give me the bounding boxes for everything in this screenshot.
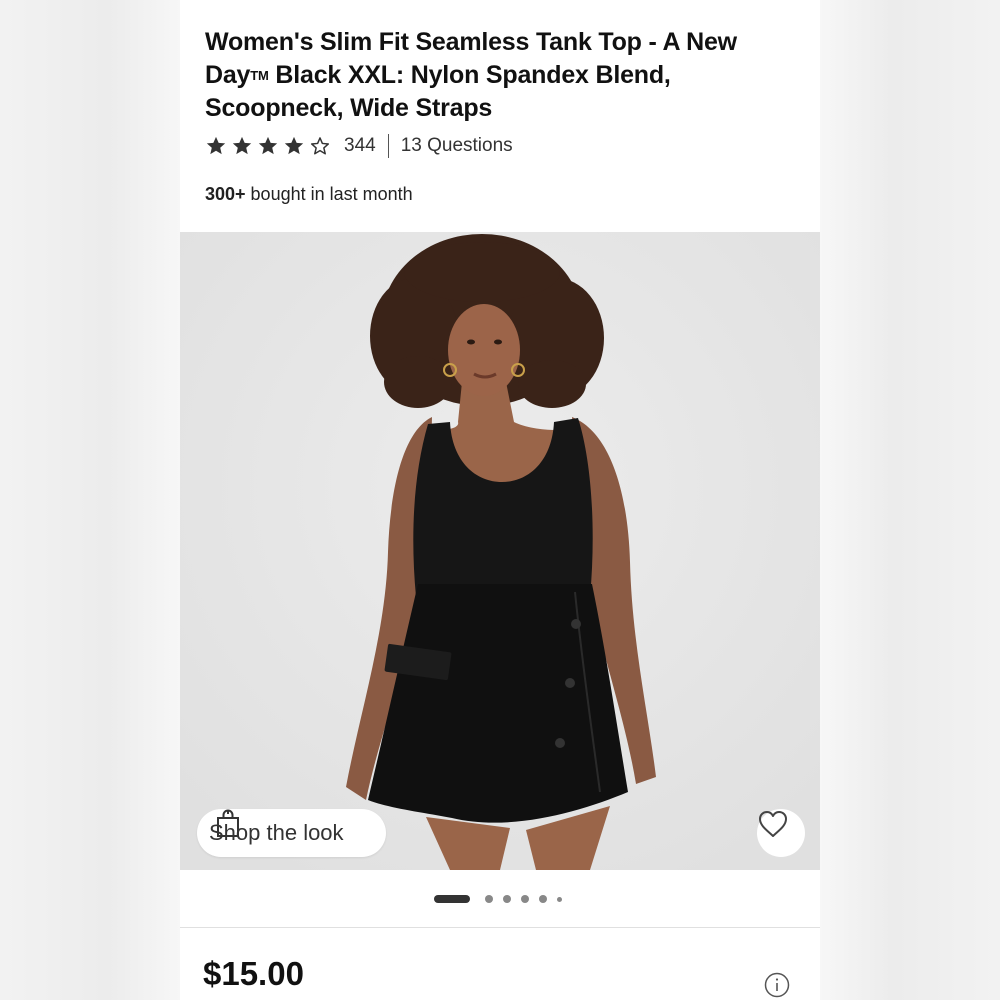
model-photo	[180, 232, 820, 870]
rating-count[interactable]: 344	[344, 135, 376, 157]
carousel-dot[interactable]	[520, 895, 529, 903]
carousel-dot[interactable]	[502, 895, 511, 903]
carousel-dot[interactable]	[484, 895, 493, 903]
questions-link[interactable]: 13 Questions	[401, 135, 513, 157]
star-filled-icon	[232, 136, 252, 155]
section-divider	[180, 927, 820, 928]
trademark-mark: TM	[250, 67, 269, 83]
carousel-dot-active[interactable]	[433, 895, 470, 903]
rating-row: 344 13 Questions	[205, 133, 513, 159]
image-carousel-indicator	[180, 893, 820, 905]
heart-icon	[759, 811, 787, 837]
purchase-count: 300+ bought in last month	[205, 184, 413, 205]
product-price: $15.00	[203, 955, 304, 992]
carousel-dot[interactable]	[538, 895, 547, 903]
rating-divider	[387, 134, 389, 158]
product-page: Women's Slim Fit Seamless Tank Top - A N…	[180, 0, 820, 1000]
purchase-count-number: 300+	[205, 184, 246, 204]
favorite-button[interactable]	[757, 809, 805, 857]
product-title-rest: Black XXL: Nylon Spandex Blend, Scoopnec…	[205, 60, 671, 123]
star-filled-icon	[206, 136, 226, 155]
product-title: Women's Slim Fit Seamless Tank Top - A N…	[205, 26, 795, 125]
shop-the-look-button[interactable]: Shop the look	[197, 809, 386, 857]
shopping-bag-icon	[217, 809, 239, 837]
left-background	[0, 0, 180, 1000]
star-rating[interactable]	[205, 135, 335, 157]
product-image[interactable]: Shop the look	[180, 232, 820, 870]
star-filled-icon	[284, 136, 304, 155]
purchase-count-text: bought in last month	[245, 184, 413, 204]
right-background	[820, 0, 1000, 1000]
info-icon[interactable]	[764, 972, 790, 998]
star-outline-icon	[310, 137, 330, 155]
star-filled-icon	[258, 136, 278, 155]
carousel-dot[interactable]	[556, 896, 562, 902]
